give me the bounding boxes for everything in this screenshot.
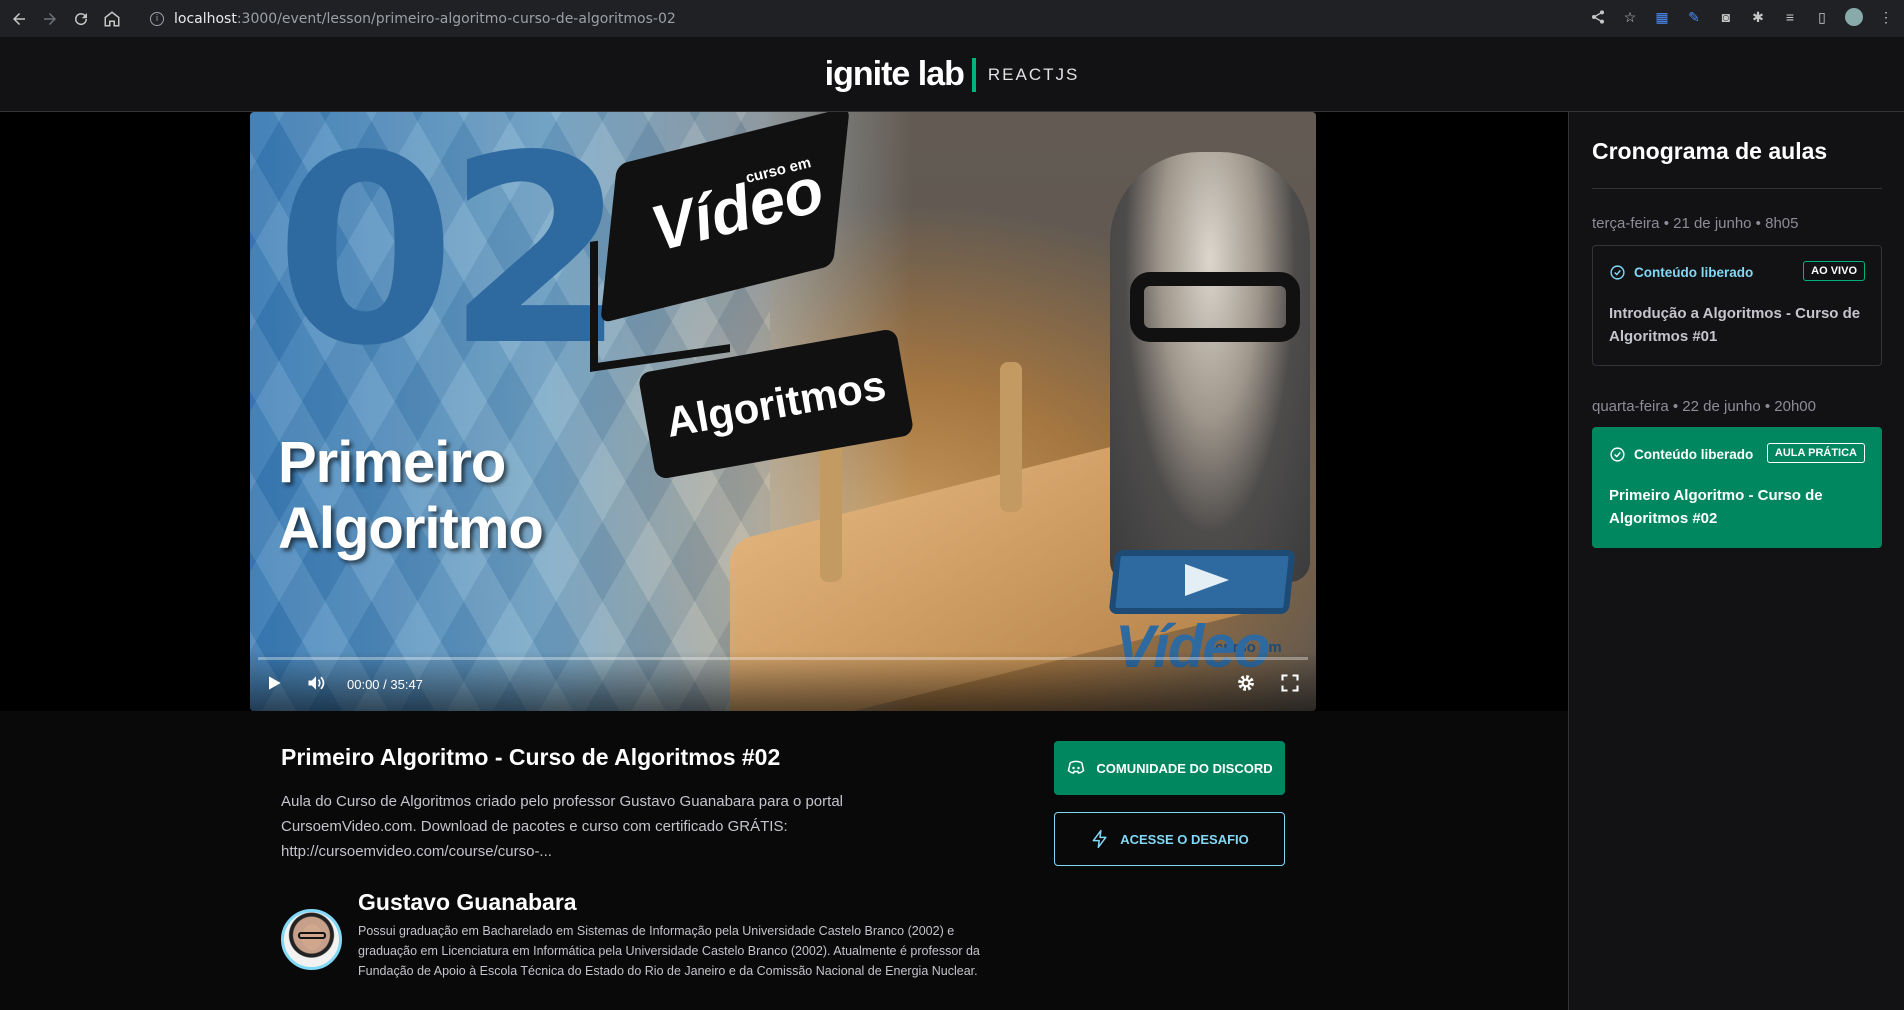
lesson-main: 02 Vídeo curso em Algoritmos Primeiro Al…	[0, 112, 1568, 1010]
reading-list-icon[interactable]: ≡	[1780, 7, 1800, 27]
info-icon[interactable]: i	[150, 11, 164, 26]
pen-extension-icon[interactable]: ✎	[1684, 7, 1704, 27]
ignite-lab-logo: ignite lab REACTJS	[825, 55, 1080, 94]
fullscreen-icon[interactable]	[1280, 673, 1300, 693]
lesson-card-title: Primeiro Algoritmo - Curso de Algoritmos…	[1609, 487, 1823, 527]
profile-avatar[interactable]	[1844, 7, 1864, 27]
lightning-icon	[1092, 829, 1107, 849]
home-icon[interactable]	[100, 7, 124, 31]
avatar-glasses	[298, 932, 326, 939]
lesson-date: terça-feira • 21 de junho • 8h05	[1592, 215, 1799, 232]
puzzle-extensions-icon[interactable]: ✱	[1748, 7, 1768, 27]
teacher-bio: Possui graduação em Bacharelado em Siste…	[358, 924, 980, 978]
video-progress-bar[interactable]	[258, 657, 1308, 660]
lesson-title: Primeiro Algoritmo - Curso de Algoritmos…	[281, 744, 781, 770]
video-title-line1: Primeiro	[278, 430, 506, 495]
forward-arrow-icon[interactable]	[38, 7, 62, 31]
video-figurine	[1110, 152, 1310, 582]
side-panel-icon[interactable]: ▯	[1812, 7, 1832, 27]
lesson-card-01[interactable]: Conteúdo liberado AO VIVO Introdução a A…	[1592, 245, 1882, 366]
kebab-menu-icon[interactable]: ⋮	[1876, 7, 1896, 27]
video-controls: 00:00 / 35:47	[250, 651, 1316, 711]
video-thumbnail-number: 02	[275, 112, 627, 403]
video-title-line2: Algoritmo	[278, 496, 544, 561]
lesson-status-label: Conteúdo liberado	[1634, 447, 1754, 462]
video-thumbnail-title: Primeiro Algoritmo	[278, 430, 544, 562]
teacher-name: Gustavo Guanabara	[358, 889, 577, 915]
video-peg	[1000, 362, 1022, 512]
sidebar-divider	[1592, 188, 1882, 189]
discord-button-label: Comunidade do Discord	[1096, 760, 1273, 776]
app-header: ignite lab REACTJS	[0, 38, 1904, 112]
teacher-avatar	[281, 909, 342, 970]
check-circle-icon	[1610, 447, 1625, 462]
video-player[interactable]: 02 Vídeo curso em Algoritmos Primeiro Al…	[250, 112, 1316, 711]
lessons-sidebar: Cronograma de aulas terça-feira • 21 de …	[1568, 112, 1904, 1010]
translate-extension-icon[interactable]: ▦	[1652, 7, 1672, 27]
video-time: 00:00 / 35:47	[347, 677, 423, 692]
lesson-status: Conteúdo liberado	[1609, 264, 1753, 281]
lesson-info: Primeiro Algoritmo - Curso de Algoritmos…	[0, 711, 1568, 1010]
camera-extension-icon[interactable]: ◙	[1716, 7, 1736, 27]
address-bar[interactable]: i localhost:3000/event/lesson/primeiro-a…	[150, 11, 676, 27]
settings-gear-icon[interactable]	[1236, 673, 1256, 693]
logo-divider	[971, 57, 976, 92]
sidebar-title: Cronograma de aulas	[1592, 138, 1828, 164]
lesson-date: quarta-feira • 22 de junho • 20h00	[1592, 398, 1816, 415]
logo-main-text: ignite lab	[824, 55, 965, 93]
challenge-button-label: Acesse o desafio	[1120, 831, 1249, 847]
video-peg	[820, 442, 842, 582]
lesson-tag: AULA PRÁTICA	[1766, 443, 1865, 463]
back-arrow-icon[interactable]	[7, 7, 31, 31]
url-path: :3000/event/lesson/primeiro-algoritmo-cu…	[236, 10, 676, 27]
lesson-card-02-active[interactable]: Conteúdo liberado AULA PRÁTICA Primeiro …	[1592, 427, 1882, 548]
lesson-status-label: Conteúdo liberado	[1634, 265, 1754, 280]
lesson-tag: AO VIVO	[1803, 261, 1865, 281]
video-figurine-glasses	[1130, 272, 1300, 342]
volume-icon[interactable]	[306, 673, 326, 693]
reload-icon[interactable]	[69, 7, 93, 31]
check-circle-icon	[1610, 265, 1625, 280]
discord-logo-icon	[1068, 760, 1085, 774]
video-band: 02 Vídeo curso em Algoritmos Primeiro Al…	[0, 112, 1568, 711]
browser-toolbar: i localhost:3000/event/lesson/primeiro-a…	[0, 0, 1904, 38]
url-host: localhost	[174, 10, 237, 27]
share-icon[interactable]	[1588, 7, 1608, 27]
bookmark-star-icon[interactable]: ☆	[1620, 7, 1640, 27]
lesson-card-title: Introdução a Algoritmos - Curso de Algor…	[1609, 305, 1861, 345]
challenge-button[interactable]: Acesse o desafio	[1054, 812, 1285, 866]
cursoemvideo-logo-play-icon	[1185, 564, 1229, 596]
discord-community-button[interactable]: Comunidade do Discord	[1054, 741, 1285, 795]
play-icon[interactable]	[264, 673, 284, 693]
lesson-description: Aula do Curso de Algoritmos criado pelo …	[281, 793, 843, 860]
lesson-status: Conteúdo liberado	[1609, 446, 1753, 463]
logo-sub-text: REACTJS	[987, 64, 1080, 84]
